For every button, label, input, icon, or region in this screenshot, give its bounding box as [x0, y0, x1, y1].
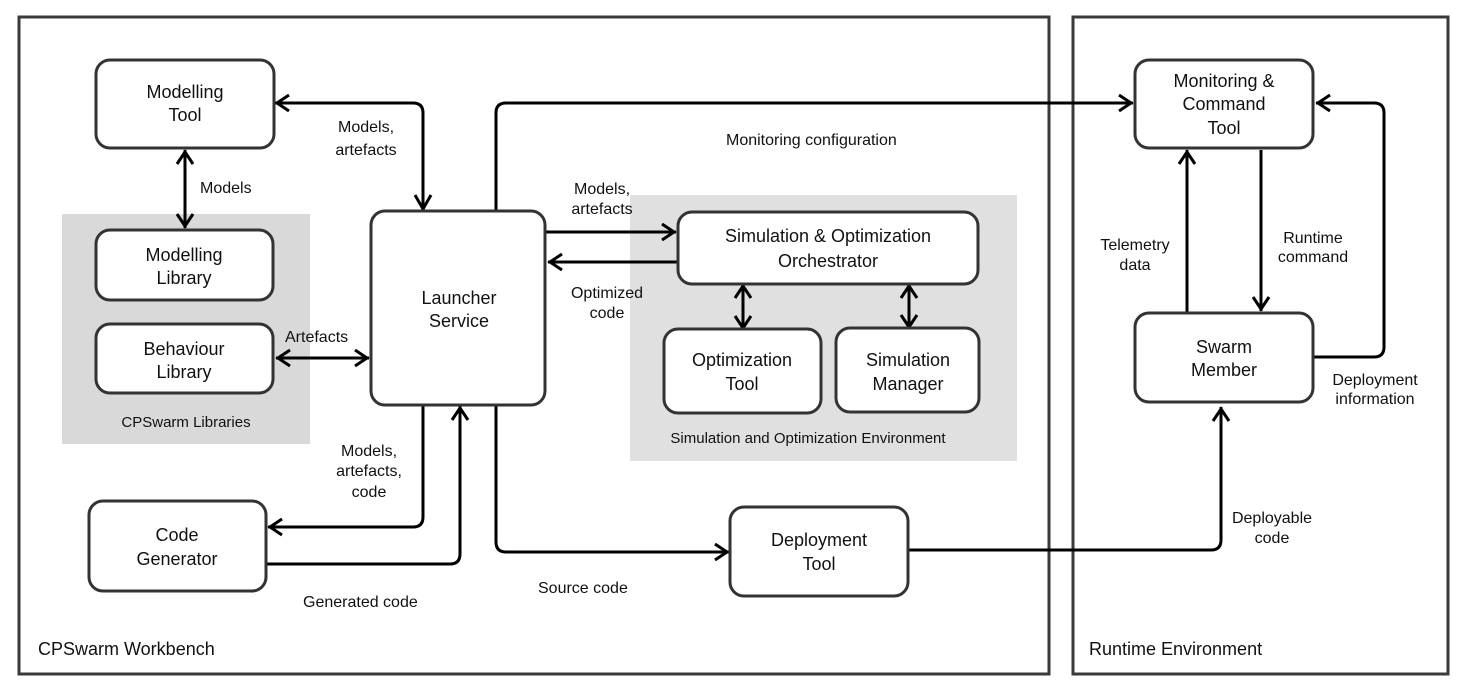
architecture-diagram: CPSwarm Workbench Runtime Environment CP…	[17, 15, 1450, 676]
svg-text:Deployment: Deployment	[1332, 372, 1418, 389]
svg-text:Optimization: Optimization	[692, 350, 792, 370]
node-optimization-tool[interactable]: Optimization Tool	[662, 327, 823, 415]
svg-text:Modelling: Modelling	[145, 245, 222, 265]
node-monitoring-tool[interactable]: Monitoring & Command Tool	[1133, 58, 1315, 150]
svg-text:Models,: Models,	[574, 181, 630, 198]
sim-env-group-label: Simulation and Optimization Environment	[670, 430, 946, 447]
svg-text:Generator: Generator	[136, 549, 217, 569]
svg-text:Service: Service	[429, 311, 489, 331]
svg-text:command: command	[1278, 249, 1348, 266]
svg-text:Library: Library	[156, 362, 211, 382]
svg-text:Modelling: Modelling	[146, 82, 223, 102]
edge-label-generated-code: Generated code	[303, 594, 418, 611]
node-orchestrator[interactable]: Simulation & Optimization Orchestrator	[676, 210, 980, 286]
edge-label-artefacts: Artefacts	[285, 329, 348, 346]
svg-text:Tool: Tool	[725, 374, 758, 394]
svg-text:Command: Command	[1182, 94, 1265, 114]
svg-text:Models,: Models,	[338, 119, 394, 136]
svg-text:Deployable: Deployable	[1232, 510, 1312, 527]
edge-label-telemetry: Telemetry data	[1100, 237, 1169, 274]
node-simulation-manager[interactable]: Simulation Manager	[834, 326, 981, 414]
svg-text:code: code	[352, 484, 387, 501]
svg-text:Library: Library	[156, 268, 211, 288]
edge-label-monitoring-config: Monitoring configuration	[726, 132, 897, 149]
svg-text:Runtime: Runtime	[1283, 230, 1343, 247]
edge-label-models: Models	[200, 180, 252, 197]
svg-text:artefacts,: artefacts,	[336, 463, 402, 480]
svg-text:Tool: Tool	[802, 554, 835, 574]
libraries-group-label: CPSwarm Libraries	[121, 414, 250, 431]
node-code-generator[interactable]: Code Generator	[87, 499, 268, 593]
edge-label-launcher-codegen: Models, artefacts, code	[336, 443, 402, 501]
svg-text:Launcher: Launcher	[421, 288, 496, 308]
svg-text:Tool: Tool	[168, 105, 201, 125]
edge-label-runtime-command: Runtime command	[1278, 230, 1348, 266]
svg-text:Swarm: Swarm	[1196, 337, 1252, 357]
svg-text:Behaviour: Behaviour	[143, 339, 224, 359]
svg-text:data: data	[1119, 257, 1150, 274]
edge-label-deployment-info: Deployment information	[1332, 372, 1418, 408]
svg-text:artefacts: artefacts	[571, 201, 632, 218]
svg-text:Orchestrator: Orchestrator	[778, 251, 878, 271]
node-launcher-service[interactable]: Launcher Service	[369, 209, 547, 407]
svg-text:Member: Member	[1191, 360, 1257, 380]
svg-text:Simulation: Simulation	[866, 350, 950, 370]
svg-text:Optimized: Optimized	[571, 285, 643, 302]
edge-label-deployable-code: Deployable code	[1232, 510, 1312, 547]
node-swarm-member[interactable]: Swarm Member	[1133, 311, 1315, 404]
workbench-label: CPSwarm Workbench	[38, 639, 215, 659]
svg-text:information: information	[1335, 391, 1414, 408]
node-deployment-tool[interactable]: Deployment Tool	[728, 505, 910, 598]
edge-label-source-code: Source code	[538, 580, 628, 597]
svg-text:code: code	[1255, 530, 1290, 547]
svg-text:Deployment: Deployment	[771, 530, 867, 550]
edge-label-modelling-launcher: Models, artefacts	[335, 119, 396, 159]
svg-text:Models,: Models,	[341, 443, 397, 460]
svg-text:Manager: Manager	[872, 374, 943, 394]
svg-text:Tool: Tool	[1207, 118, 1240, 138]
node-modelling-tool[interactable]: Modelling Tool	[94, 58, 276, 150]
edge-label-launcher-orchestrator: Models, artefacts	[571, 181, 632, 218]
node-behaviour-library[interactable]: Behaviour Library	[94, 322, 275, 395]
svg-text:code: code	[590, 305, 625, 322]
svg-text:Simulation & Optimization: Simulation & Optimization	[725, 226, 931, 246]
runtime-label: Runtime Environment	[1089, 639, 1262, 659]
svg-text:Monitoring &: Monitoring &	[1173, 71, 1274, 91]
node-modelling-library[interactable]: Modelling Library	[94, 228, 275, 302]
svg-text:Code: Code	[155, 525, 198, 545]
svg-text:artefacts: artefacts	[335, 142, 396, 159]
svg-text:Telemetry: Telemetry	[1100, 237, 1169, 254]
